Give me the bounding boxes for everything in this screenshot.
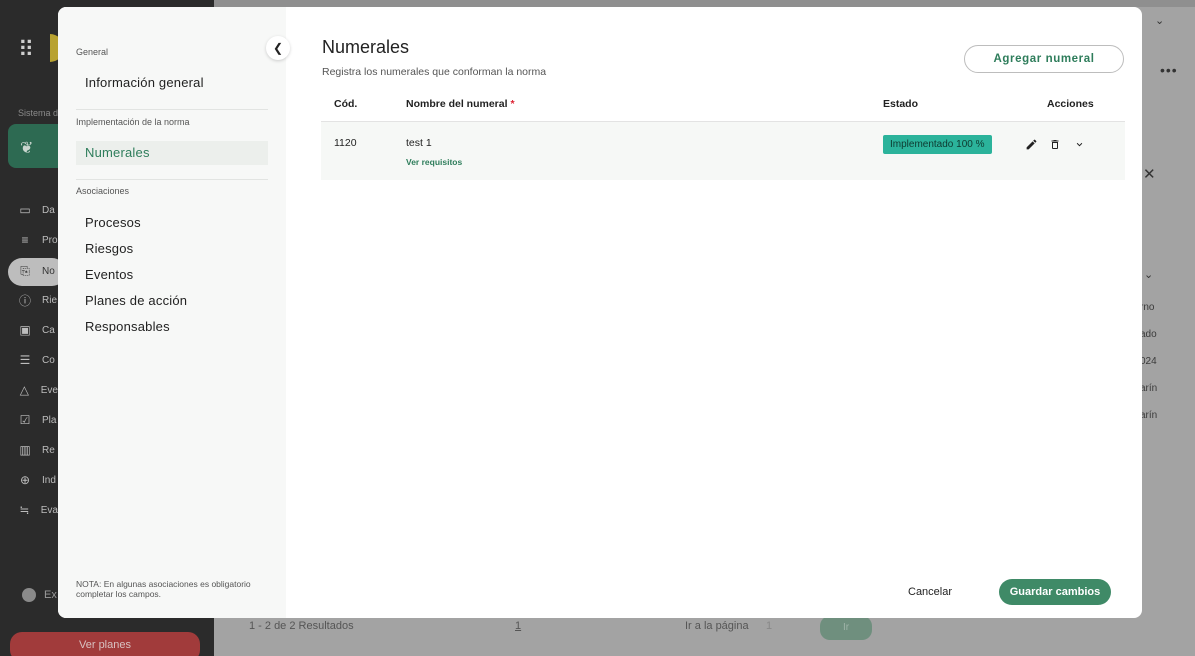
bg-nav-item: ≒ Eva <box>19 503 58 517</box>
chart-icon: ▥ <box>19 443 31 457</box>
divider <box>76 179 268 180</box>
column-header-status: Estado <box>883 98 919 110</box>
background-text: arín <box>1140 383 1158 394</box>
checklist-icon: ≒ <box>19 503 30 517</box>
column-header-code: Cód. <box>334 98 358 110</box>
bg-nav-item: ☰ Co <box>19 353 55 367</box>
chevron-left-icon: ❮ <box>272 41 284 55</box>
bg-nav-item: ⎘ No <box>18 261 58 281</box>
nav-item-numerales[interactable]: Numerales <box>76 141 268 165</box>
trash-icon <box>1051 139 1059 149</box>
chevron-down-icon <box>1076 142 1082 146</box>
document-icon: ⎘ <box>20 263 30 278</box>
background-goto-value: 1 <box>766 620 773 632</box>
divider <box>76 109 268 110</box>
close-icon: ✕ <box>1143 166 1156 183</box>
delete-button[interactable] <box>1047 136 1063 152</box>
page-subtitle: Registra los numerales que conforman la … <box>322 66 547 78</box>
plans-button: Ver planes <box>10 632 200 656</box>
background-topbar <box>214 0 1195 7</box>
chevron-down-icon: ⌄ <box>1155 15 1165 27</box>
view-requirements-link[interactable]: Ver requisitos <box>406 157 462 167</box>
add-numeral-button[interactable]: Agregar numeral <box>964 45 1124 73</box>
background-page: 1 <box>515 620 522 632</box>
required-mark: * <box>510 98 515 110</box>
leaf-icon: ❦ <box>20 140 34 157</box>
background-text: rno <box>1140 302 1155 313</box>
background-section-label: Sistema d <box>18 108 59 118</box>
bg-nav-item: ▥ Re <box>19 443 55 457</box>
alert-circle-icon: ⓘ <box>18 293 31 308</box>
explore-label: Ex <box>44 589 57 601</box>
page-title: Numerales <box>322 37 410 57</box>
background-text: 024 <box>1140 356 1157 367</box>
nav-item-responsables[interactable]: Responsables <box>76 315 268 339</box>
modal-content: Numerales Registra los numerales que con… <box>286 7 1142 618</box>
column-header-actions: Acciones <box>1047 98 1094 110</box>
chevron-down-icon: ⌄ <box>1144 269 1154 281</box>
checkbox-icon: ☑ <box>19 413 31 427</box>
bg-nav-item: ▣ Ca <box>19 323 55 337</box>
nav-item-informacion-general[interactable]: Información general <box>76 71 268 95</box>
apps-grid-icon: ⠿ <box>18 37 34 62</box>
background-goto: Ir a la página <box>685 620 749 632</box>
column-header-name: Nombre del numeral * <box>406 98 515 110</box>
nav-item-procesos[interactable]: Procesos <box>76 211 268 235</box>
calendar-icon: ▣ <box>19 323 31 337</box>
save-changes-button[interactable]: Guardar cambios <box>999 579 1111 605</box>
bg-nav-item: ⓘ Rie <box>18 293 58 308</box>
background-goto-button: Ir <box>820 616 872 640</box>
bg-nav-item: ☑ Pla <box>19 413 57 427</box>
group-label-asociaciones: Asociaciones <box>76 186 130 196</box>
row-name: test 1 <box>406 137 432 149</box>
background-text: ado <box>1140 329 1157 340</box>
monitor-icon: ▭ <box>19 203 31 217</box>
background-text: arín <box>1140 410 1158 421</box>
list-icon: ≡ <box>21 233 29 247</box>
target-icon: ⊕ <box>19 473 31 487</box>
group-label-implementacion: Implementación de la norma <box>76 117 190 127</box>
row-code: 1120 <box>334 137 357 149</box>
required-note: NOTA: En algunas asociaciones es obligat… <box>76 579 251 599</box>
bg-nav-item: ▭ Da <box>19 203 55 217</box>
nav-item-planes-de-accion[interactable]: Planes de acción <box>76 289 268 313</box>
pencil-icon <box>1026 139 1036 149</box>
explore-icon <box>22 588 36 602</box>
collapse-sidebar-button[interactable]: ❮ <box>266 36 290 60</box>
warning-icon: △ <box>19 383 29 397</box>
bg-nav-item: △ Eve <box>19 383 58 397</box>
table-row: 1120 test 1 Ver requisitos Implementado … <box>321 122 1125 180</box>
nav-item-riesgos[interactable]: Riesgos <box>76 237 268 261</box>
status-badge: Implementado 100 % <box>883 135 992 154</box>
background-results: 1 - 2 de 2 Resultados <box>249 620 354 632</box>
edit-button[interactable] <box>1023 136 1039 152</box>
nav-item-eventos[interactable]: Eventos <box>76 263 268 287</box>
group-label-general: General <box>76 47 109 57</box>
more-options-icon: ••• <box>1160 62 1178 78</box>
sliders-icon: ☰ <box>19 353 31 367</box>
bg-nav-item: ⊕ Ind <box>19 473 56 487</box>
modal-sidebar: ❮ General Información general Implementa… <box>58 7 290 618</box>
bg-nav-item: ≡ Pro <box>18 230 58 250</box>
numerales-modal: ❮ General Información general Implementa… <box>58 7 1142 618</box>
cancel-button[interactable]: Cancelar <box>908 586 952 598</box>
expand-row-button[interactable] <box>1071 136 1087 152</box>
